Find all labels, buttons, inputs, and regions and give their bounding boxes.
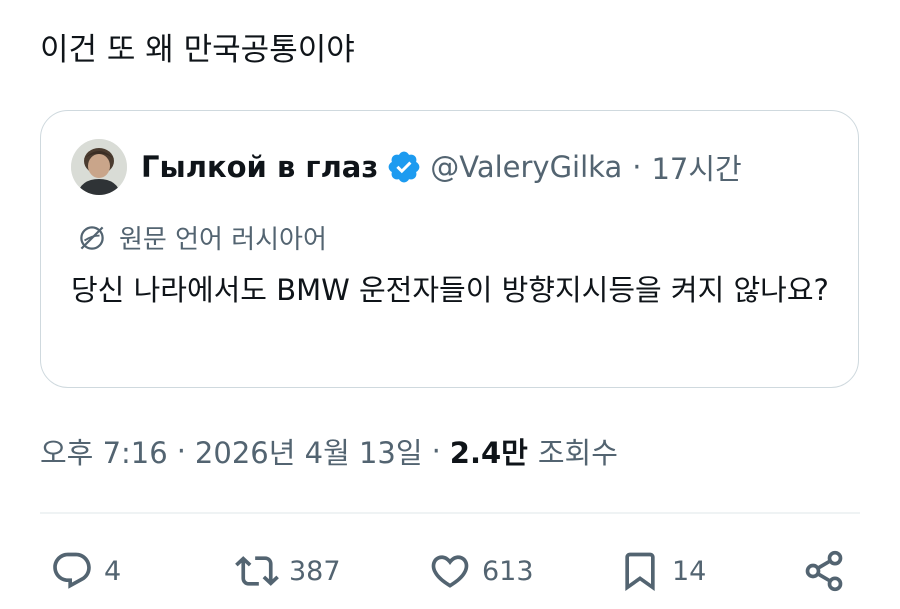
bookmark-count: 14 [672, 555, 707, 587]
quoted-post-card[interactable]: Гылкой в глаз @ValeryGilka · 17시간 원문 언어 … [40, 110, 859, 388]
avatar-image [71, 139, 127, 195]
author-handle[interactable]: @ValeryGilka [430, 150, 622, 184]
translation-notice[interactable]: 원문 언어 러시아어 [77, 219, 327, 256]
repost-icon [235, 556, 279, 586]
bookmark-icon [625, 552, 655, 592]
avatar[interactable] [71, 139, 127, 195]
post-time[interactable]: 오후 7:16 [40, 430, 168, 472]
bookmark-button[interactable]: 14 [618, 545, 706, 597]
separator-dot: · [176, 434, 186, 468]
author-name[interactable]: Гылкой в глаз [141, 150, 378, 184]
reply-button[interactable]: 4 [50, 545, 121, 597]
quoted-post-header: Гылкой в глаз @ValeryGilka · 17시간 [71, 139, 742, 195]
repost-count: 387 [289, 555, 341, 587]
views-count: 2.4만 [449, 436, 528, 470]
heart-icon [431, 555, 469, 588]
views-label: 조회수 [537, 436, 618, 470]
separator-dot: · [632, 150, 642, 184]
like-button[interactable]: 613 [428, 545, 534, 597]
quote-timestamp[interactable]: 17시간 [651, 146, 741, 188]
repost-button[interactable]: 387 [235, 545, 341, 597]
share-icon [805, 550, 843, 592]
quoted-post-text: 당신 나라에서도 BMW 운전자들이 방향지시등을 켜지 않나요? [71, 273, 829, 307]
post-date[interactable]: 2026년 4월 13일 [195, 430, 423, 472]
share-button[interactable] [802, 545, 846, 597]
reply-icon [53, 552, 91, 589]
post-text: 이건 또 왜 만국공통이야 [40, 32, 355, 68]
globe-icon [80, 225, 104, 250]
divider [40, 512, 860, 514]
verified-badge-icon [388, 151, 420, 183]
separator-dot: · [431, 434, 441, 468]
translation-label: 원문 언어 러시아어 [119, 225, 327, 255]
post-metadata: 오후 7:16 · 2026년 4월 13일 · 2.4만 조회수 [40, 430, 618, 472]
reply-count: 4 [104, 555, 122, 587]
like-count: 613 [482, 555, 534, 587]
action-bar: 4 387 613 14 [50, 545, 850, 597]
